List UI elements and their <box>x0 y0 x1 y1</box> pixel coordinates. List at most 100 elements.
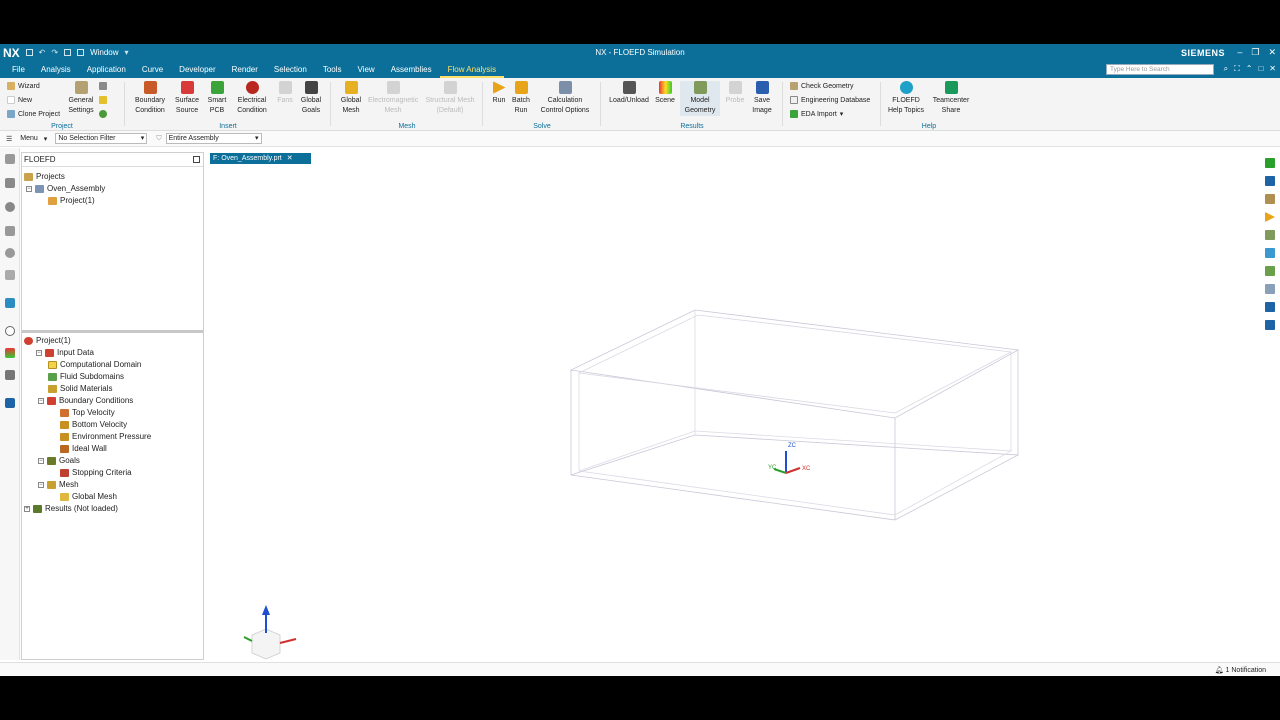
tree-node-top-velocity[interactable]: Top Velocity <box>60 407 115 418</box>
tree-node-ideal-wall[interactable]: Ideal Wall <box>60 443 107 454</box>
load-unload-button[interactable]: Load/Unload <box>606 81 652 106</box>
general-settings-button[interactable]: General Settings <box>66 81 96 116</box>
scene-button[interactable]: Scene <box>652 81 678 106</box>
filter-icon[interactable]: ⛉ <box>156 135 161 143</box>
tree-node-global-mesh[interactable]: Global Mesh <box>60 491 117 502</box>
flow-icon[interactable] <box>1265 248 1275 258</box>
tree-node-project-1-root[interactable]: Project(1) <box>24 335 71 346</box>
assembly-navigator-icon[interactable] <box>5 178 15 188</box>
tree-node-solid-materials[interactable]: Solid Materials <box>48 383 112 394</box>
smart-pcb-button[interactable]: Smart PCB <box>204 81 230 116</box>
save-icon[interactable] <box>25 49 33 56</box>
collapse-ribbon-icon[interactable]: ⌃ <box>1246 64 1253 74</box>
tab-assemblies[interactable]: Assemblies <box>383 61 440 78</box>
global-mesh-button[interactable]: Global Mesh <box>336 81 366 116</box>
play-icon[interactable] <box>1265 212 1275 222</box>
probe-button[interactable]: Probe <box>722 81 748 106</box>
system-materials-icon[interactable] <box>5 370 15 380</box>
redo-icon[interactable]: ↷ <box>51 48 58 57</box>
floefd-results-icon[interactable] <box>1265 320 1275 330</box>
chevron-down-icon[interactable]: ▾ <box>44 135 48 143</box>
tab-tools[interactable]: Tools <box>315 61 350 78</box>
tab-render[interactable]: Render <box>224 61 266 78</box>
wizard-button[interactable]: Wizard <box>7 82 40 90</box>
close-icon[interactable]: ✕ <box>1268 47 1276 58</box>
collapse-icon[interactable]: − <box>38 481 44 488</box>
add-icon[interactable] <box>1265 158 1275 168</box>
tab-application[interactable]: Application <box>79 61 134 78</box>
collapse-icon[interactable]: − <box>38 397 44 404</box>
constraint-navigator-icon[interactable] <box>5 202 15 212</box>
collapse-icon[interactable]: − <box>36 349 42 356</box>
restore-icon[interactable]: ❐ <box>1251 47 1259 58</box>
tab-analysis[interactable]: Analysis <box>33 61 79 78</box>
fans-button[interactable]: Fans <box>274 81 296 106</box>
list-icon[interactable] <box>1265 284 1275 294</box>
web-browser-icon[interactable] <box>5 270 15 280</box>
project-tool-1[interactable] <box>99 82 107 90</box>
undo-icon[interactable]: ↶ <box>39 48 46 57</box>
tab-developer[interactable]: Developer <box>171 61 223 78</box>
calculation-control-options-button[interactable]: Calculation Control Options <box>534 81 596 116</box>
minimize-icon[interactable]: – <box>1237 47 1242 58</box>
new-project-button[interactable]: New <box>7 96 32 104</box>
chevron-down-icon[interactable]: ▾ <box>840 110 844 118</box>
floefd-navigator-icon[interactable] <box>5 398 15 408</box>
tab-flow-analysis[interactable]: Flow Analysis <box>439 61 505 78</box>
tree-node-goals[interactable]: − Goals <box>38 455 80 466</box>
tab-file[interactable]: File <box>0 61 33 78</box>
menu-button[interactable]: Menu <box>12 135 44 142</box>
project-tool-3[interactable] <box>99 110 107 118</box>
tree-node-projects[interactable]: Projects <box>24 171 65 182</box>
electromagnetic-mesh-button[interactable]: Electromagnetic Mesh <box>368 81 418 116</box>
reuse-library-icon[interactable] <box>5 248 15 258</box>
tab-selection[interactable]: Selection <box>266 61 315 78</box>
document-tab[interactable]: F: Oven_Assembly.prt ✕ <box>210 153 311 164</box>
floefd-help-topics-button[interactable]: FLOEFD Help Topics <box>884 81 928 116</box>
floefd-icon[interactable] <box>1265 302 1275 312</box>
tree-node-boundary-conditions[interactable]: − Boundary Conditions <box>38 395 133 406</box>
save-image-button[interactable]: Save Image <box>748 81 776 116</box>
model-icon[interactable] <box>1265 230 1275 240</box>
history-clock-icon[interactable] <box>5 326 15 336</box>
tree-node-computational-domain[interactable]: Computational Domain <box>48 359 141 370</box>
boundary-condition-button[interactable]: Boundary Condition <box>130 81 170 116</box>
chevron-down-icon[interactable]: ▾ <box>125 48 129 57</box>
copy-icon[interactable] <box>64 49 72 56</box>
tree-node-results[interactable]: + Results (Not loaded) <box>24 503 118 514</box>
tab-curve[interactable]: Curve <box>134 61 171 78</box>
teamcenter-share-button[interactable]: Teamcenter Share <box>930 81 972 116</box>
clone-project-button[interactable]: Clone Project <box>7 110 60 118</box>
window-menu[interactable]: Window <box>90 48 118 57</box>
maximize-icon[interactable]: □ <box>1258 64 1263 74</box>
engineering-database-button[interactable]: Engineering Database <box>790 96 870 104</box>
eda-import-button[interactable]: EDA Import ▾ <box>790 110 843 118</box>
selection-scope-select[interactable]: Entire Assembly <box>165 133 262 144</box>
command-search-input[interactable]: Type Here to Search <box>1106 64 1214 75</box>
collapse-icon[interactable]: − <box>38 457 44 464</box>
part-navigator-icon[interactable] <box>5 226 15 236</box>
selection-filter-select[interactable]: No Selection Filter <box>55 133 148 144</box>
project-tool-2[interactable] <box>99 96 107 104</box>
close-part-icon[interactable]: ✕ <box>1269 64 1276 74</box>
table-icon[interactable] <box>1265 194 1275 204</box>
run-button[interactable]: Run <box>488 81 510 106</box>
tree-node-environment-pressure[interactable]: Environment Pressure <box>60 431 151 442</box>
tab-view[interactable]: View <box>350 61 383 78</box>
tree-node-project-1[interactable]: Project(1) <box>48 195 95 206</box>
notification-indicator[interactable]: 🔔︎ 1 Notification <box>1215 666 1266 674</box>
tree-node-fluid-subdomains[interactable]: Fluid Subdomains <box>48 371 124 382</box>
fullscreen-icon[interactable]: ⛶ <box>1234 64 1240 74</box>
floefd-analysis-icon[interactable] <box>5 298 15 308</box>
check-geometry-button[interactable]: Check Geometry <box>790 82 854 90</box>
settings-gear-icon[interactable] <box>5 154 15 164</box>
surface-source-button[interactable]: Surface Source <box>172 81 202 116</box>
visualization-icon[interactable] <box>5 348 15 358</box>
expand-icon[interactable]: + <box>24 505 30 512</box>
close-tab-icon[interactable]: ✕ <box>287 155 293 162</box>
tree-node-input-data[interactable]: − Input Data <box>36 347 94 358</box>
tree-node-mesh[interactable]: − Mesh <box>38 479 79 490</box>
model-geometry-button[interactable]: Model Geometry <box>680 81 720 116</box>
electrical-condition-button[interactable]: Electrical Condition <box>232 81 272 116</box>
tree-node-oven-assembly[interactable]: − Oven_Assembly <box>26 183 105 194</box>
